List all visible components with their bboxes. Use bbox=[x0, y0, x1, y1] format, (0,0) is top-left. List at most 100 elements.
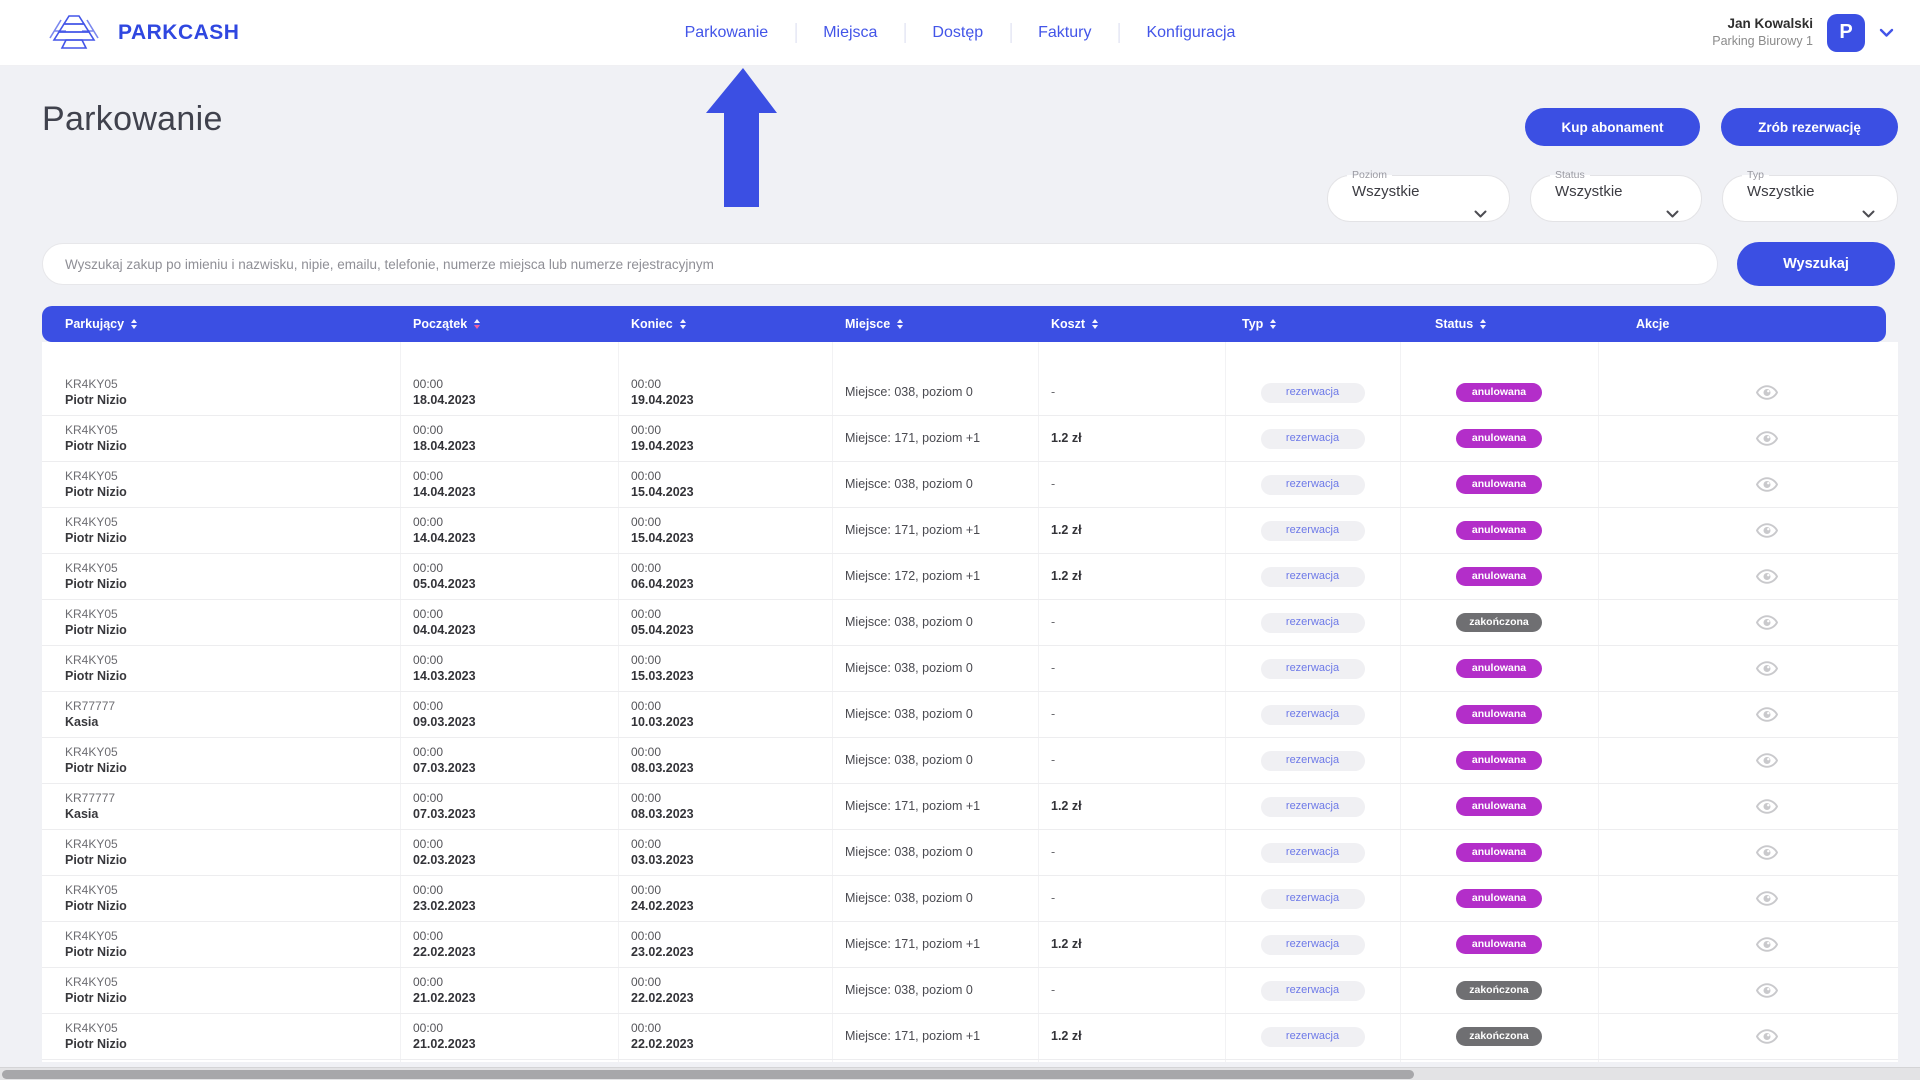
brand-name: PARKCASH bbox=[118, 21, 239, 45]
status-badge: zakończona bbox=[1456, 981, 1542, 1000]
cell-poczatek: 00:00 21.02.2023 bbox=[400, 968, 618, 1013]
cell-koniec: 00:00 15.03.2023 bbox=[618, 646, 832, 691]
cell-koniec: 00:00 05.04.2023 bbox=[618, 600, 832, 645]
eye-icon bbox=[1756, 431, 1778, 446]
eye-icon bbox=[1756, 937, 1778, 952]
place-label: Miejsce: 038, poziom 0 bbox=[845, 890, 1038, 906]
search-input[interactable] bbox=[42, 243, 1718, 285]
end-date: 24.02.2023 bbox=[631, 898, 832, 914]
table-row: KR4KY05 Piotr Nizio 00:00 14.03.2023 00:… bbox=[42, 646, 1898, 692]
column-header-parkujacy[interactable]: Parkujący bbox=[42, 306, 400, 342]
pointer-arrow bbox=[706, 68, 780, 212]
column-header-status[interactable]: Status bbox=[1400, 306, 1598, 342]
start-date: 02.03.2023 bbox=[413, 852, 618, 868]
start-date: 14.04.2023 bbox=[413, 484, 618, 500]
column-header-koszt[interactable]: Koszt bbox=[1038, 306, 1225, 342]
filter-poziom-value: Wszystkie bbox=[1328, 183, 1509, 200]
buy-subscription-button[interactable]: Kup abonament bbox=[1525, 108, 1700, 146]
vehicle-plate: KR4KY05 bbox=[65, 975, 400, 991]
start-time: 00:00 bbox=[413, 561, 618, 577]
column-header-typ[interactable]: Typ bbox=[1225, 306, 1400, 342]
cell-koszt: 1.2 zł bbox=[1038, 922, 1225, 967]
filter-poziom-select[interactable]: Poziom Wszystkie bbox=[1327, 170, 1510, 222]
column-header-miejsce[interactable]: Miejsce bbox=[832, 306, 1038, 342]
place-label: Miejsce: 038, poziom 0 bbox=[845, 752, 1038, 768]
status-badge: anulowana bbox=[1456, 705, 1542, 724]
horizontal-scrollbar-thumb[interactable] bbox=[2, 1070, 1414, 1079]
horizontal-scrollbar[interactable] bbox=[0, 1067, 1920, 1080]
view-details-button[interactable] bbox=[1756, 431, 1778, 446]
nav-item-konfiguracja[interactable]: Konfiguracja bbox=[1119, 24, 1262, 42]
nav-item-parkowanie[interactable]: Parkowanie bbox=[658, 24, 796, 42]
cell-status: anulowana bbox=[1400, 922, 1598, 967]
start-date: 22.02.2023 bbox=[413, 944, 618, 960]
column-header-akcje: Akcje bbox=[1598, 306, 1886, 342]
cell-typ: rezerwacja bbox=[1225, 1014, 1400, 1059]
table-rows-container: KR4KY05 Piotr Nizio 00:00 18.04.2023 00:… bbox=[42, 370, 1898, 1060]
view-details-button[interactable] bbox=[1756, 937, 1778, 952]
nav-item-dostep[interactable]: Dostęp bbox=[905, 24, 1010, 42]
cell-typ: rezerwacja bbox=[1225, 416, 1400, 461]
cell-status: anulowana bbox=[1400, 876, 1598, 921]
cell-typ: rezerwacja bbox=[1225, 876, 1400, 921]
nav-item-miejsca[interactable]: Miejsca bbox=[796, 24, 904, 42]
make-reservation-button[interactable]: Zrób rezerwację bbox=[1721, 108, 1898, 146]
chevron-down-icon bbox=[1474, 205, 1487, 223]
user-menu-button[interactable] bbox=[1879, 28, 1894, 38]
start-date: 07.03.2023 bbox=[413, 806, 618, 822]
type-badge: rezerwacja bbox=[1261, 429, 1365, 449]
brand-logo[interactable]: PARKCASH bbox=[42, 10, 239, 56]
eye-icon bbox=[1756, 983, 1778, 998]
status-badge: anulowana bbox=[1456, 889, 1542, 908]
filter-typ-select[interactable]: Typ Wszystkie bbox=[1722, 170, 1898, 222]
cell-status: anulowana bbox=[1400, 830, 1598, 875]
start-date: 18.04.2023 bbox=[413, 392, 618, 408]
view-details-button[interactable] bbox=[1756, 615, 1778, 630]
view-details-button[interactable] bbox=[1756, 661, 1778, 676]
table-row: KR4KY05 Piotr Nizio 00:00 21.02.2023 00:… bbox=[42, 1014, 1898, 1060]
cell-parkujacy: KR77777 Kasia bbox=[42, 784, 400, 829]
start-time: 00:00 bbox=[413, 377, 618, 393]
cell-status: anulowana bbox=[1400, 370, 1598, 415]
view-details-button[interactable] bbox=[1756, 753, 1778, 768]
column-header-koniec[interactable]: Koniec bbox=[618, 306, 832, 342]
view-details-button[interactable] bbox=[1756, 799, 1778, 814]
cell-akcje bbox=[1598, 784, 1898, 829]
table-row: KR4KY05 Piotr Nizio 00:00 14.04.2023 00:… bbox=[42, 508, 1898, 554]
eye-icon bbox=[1756, 385, 1778, 400]
place-label: Miejsce: 171, poziom +1 bbox=[845, 522, 1038, 538]
end-time: 00:00 bbox=[631, 561, 832, 577]
view-details-button[interactable] bbox=[1756, 983, 1778, 998]
start-time: 00:00 bbox=[413, 975, 618, 991]
view-details-button[interactable] bbox=[1756, 707, 1778, 722]
end-time: 00:00 bbox=[631, 883, 832, 899]
view-details-button[interactable] bbox=[1756, 1029, 1778, 1044]
table-row: KR4KY05 Piotr Nizio 00:00 04.04.2023 00:… bbox=[42, 600, 1898, 646]
cell-koniec: 00:00 19.04.2023 bbox=[618, 416, 832, 461]
nav-item-faktury[interactable]: Faktury bbox=[1011, 24, 1118, 42]
type-badge: rezerwacja bbox=[1261, 889, 1365, 909]
column-header-poczatek[interactable]: Początek bbox=[400, 306, 618, 342]
filter-status-value: Wszystkie bbox=[1531, 183, 1701, 200]
filter-status-label: Status bbox=[1550, 170, 1590, 181]
view-details-button[interactable] bbox=[1756, 385, 1778, 400]
place-label: Miejsce: 171, poziom +1 bbox=[845, 798, 1038, 814]
filter-status-select[interactable]: Status Wszystkie bbox=[1530, 170, 1702, 222]
view-details-button[interactable] bbox=[1756, 523, 1778, 538]
end-time: 00:00 bbox=[631, 515, 832, 531]
view-details-button[interactable] bbox=[1756, 477, 1778, 492]
view-details-button[interactable] bbox=[1756, 569, 1778, 584]
start-date: 18.04.2023 bbox=[413, 438, 618, 454]
start-date: 21.02.2023 bbox=[413, 990, 618, 1006]
sort-icon bbox=[1480, 319, 1486, 330]
vehicle-plate: KR4KY05 bbox=[65, 607, 400, 623]
parker-name: Piotr Nizio bbox=[65, 438, 400, 454]
cell-koszt: - bbox=[1038, 968, 1225, 1013]
view-details-button[interactable] bbox=[1756, 845, 1778, 860]
cell-poczatek: 00:00 14.04.2023 bbox=[400, 462, 618, 507]
avatar[interactable]: P bbox=[1827, 14, 1865, 52]
view-details-button[interactable] bbox=[1756, 891, 1778, 906]
cell-koszt: - bbox=[1038, 876, 1225, 921]
cell-miejsce: Miejsce: 038, poziom 0 bbox=[832, 462, 1038, 507]
search-button[interactable]: Wyszukaj bbox=[1737, 242, 1895, 286]
